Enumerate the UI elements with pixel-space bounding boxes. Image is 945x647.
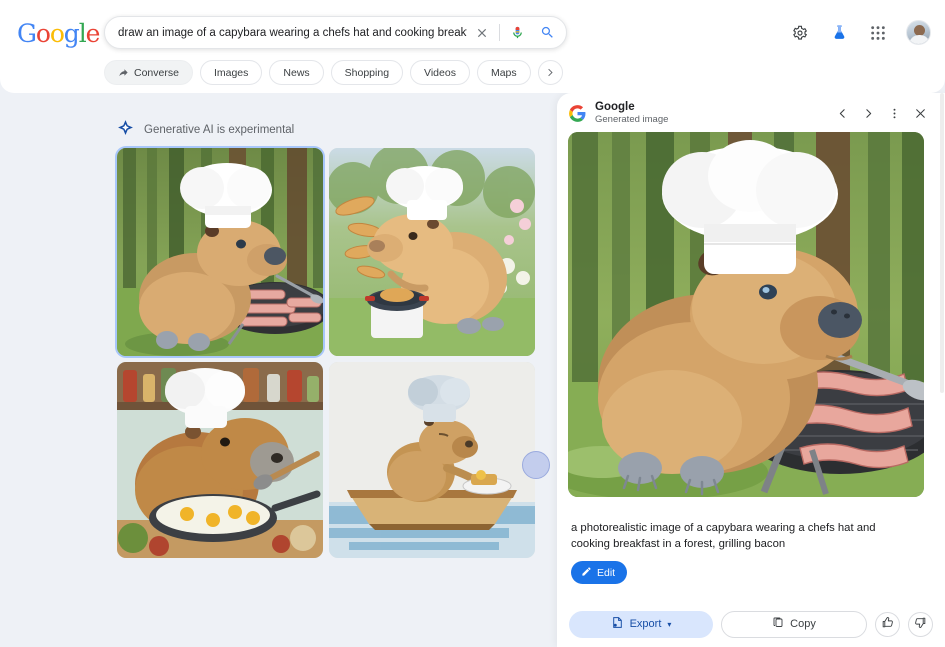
panel-header: Google Generated image	[557, 93, 945, 134]
chip-label: Shopping	[344, 66, 390, 79]
generative-ai-label: Generative AI is experimental	[144, 124, 295, 136]
microphone-icon[interactable]	[502, 18, 532, 48]
sparkle-diamond-icon	[117, 119, 134, 141]
google-logo[interactable]: Google	[17, 20, 100, 48]
chip-label: News	[283, 66, 310, 79]
next-image-button[interactable]	[855, 101, 881, 127]
panel-footer-actions: Export ▾ Copy	[557, 601, 945, 647]
generated-image-grid	[117, 148, 535, 558]
pencil-icon	[581, 566, 592, 580]
generated-image-thumb-4[interactable]	[329, 362, 535, 558]
search-bar[interactable]	[104, 16, 567, 49]
labs-flask-icon[interactable]	[828, 22, 850, 44]
search-input[interactable]	[105, 26, 467, 39]
chip-label: Videos	[424, 66, 456, 79]
google-apps-grid-icon[interactable]	[867, 22, 889, 44]
chip-news[interactable]: News	[269, 60, 324, 85]
google-g-icon	[569, 105, 586, 122]
panel-resize-handle[interactable]	[522, 451, 550, 479]
page-header: Google draw an image of a capybara weari…	[0, 0, 945, 93]
settings-gear-icon[interactable]	[789, 22, 811, 44]
generated-image-thumb-1[interactable]	[117, 148, 323, 356]
export-button[interactable]: Export ▾	[569, 610, 713, 638]
edit-prompt-button[interactable]: Edit	[571, 561, 628, 584]
edit-label: Edit	[597, 566, 616, 579]
search-submit-icon[interactable]	[532, 18, 562, 48]
export-doc-icon	[611, 616, 624, 632]
copy-icon	[772, 617, 784, 632]
export-caret-icon: ▾	[667, 619, 672, 629]
image-caption: a photorealistic image of a capybara wea…	[571, 522, 876, 551]
chip-label: Images	[213, 66, 249, 79]
hero-generated-image[interactable]	[568, 132, 924, 497]
account-avatar[interactable]	[906, 20, 931, 45]
scrollbar-thumb[interactable]	[940, 93, 944, 393]
close-panel-button[interactable]	[907, 101, 933, 127]
copy-button[interactable]: Copy	[721, 610, 867, 638]
thumb-down-icon	[914, 616, 927, 632]
chip-more-filters[interactable]	[537, 60, 563, 85]
generated-image-thumb-3[interactable]	[117, 362, 323, 558]
panel-brand: Google	[595, 100, 635, 113]
thumbs-down-button[interactable]	[908, 611, 933, 637]
chip-shopping[interactable]: Shopping	[330, 60, 404, 85]
filter-chips: Converse Images News Shopping Videos Map…	[104, 60, 563, 85]
chip-maps[interactable]: Maps	[476, 60, 531, 85]
image-preview-panel: Google Generated image a photorealistic …	[557, 93, 945, 647]
chip-converse[interactable]: Converse	[104, 60, 193, 85]
results-column: Generative AI is experimental	[0, 93, 557, 647]
more-options-button[interactable]	[881, 101, 907, 127]
generated-image-thumb-2[interactable]	[329, 148, 535, 356]
converse-arrow-icon	[118, 67, 129, 78]
thumb-up-icon	[881, 616, 894, 632]
thumbs-up-button[interactable]	[875, 611, 900, 637]
panel-title-group: Google Generated image	[595, 101, 829, 126]
copy-label: Copy	[790, 618, 816, 630]
generative-ai-notice: Generative AI is experimental	[117, 119, 294, 141]
chip-label: Maps	[490, 66, 517, 79]
chevron-right-icon	[545, 67, 556, 78]
export-label: Export	[629, 618, 662, 630]
panel-subtitle: Generated image	[595, 114, 669, 126]
clear-search-icon[interactable]	[467, 18, 497, 48]
search-results-page: Google draw an image of a capybara weari…	[0, 0, 945, 647]
header-actions	[789, 20, 931, 45]
chip-label: Converse	[134, 66, 179, 79]
page-scrollbar[interactable]	[939, 93, 945, 647]
chip-images[interactable]: Images	[199, 60, 263, 85]
chip-videos[interactable]: Videos	[410, 60, 470, 85]
search-divider	[499, 24, 500, 41]
previous-image-button[interactable]	[829, 101, 855, 127]
